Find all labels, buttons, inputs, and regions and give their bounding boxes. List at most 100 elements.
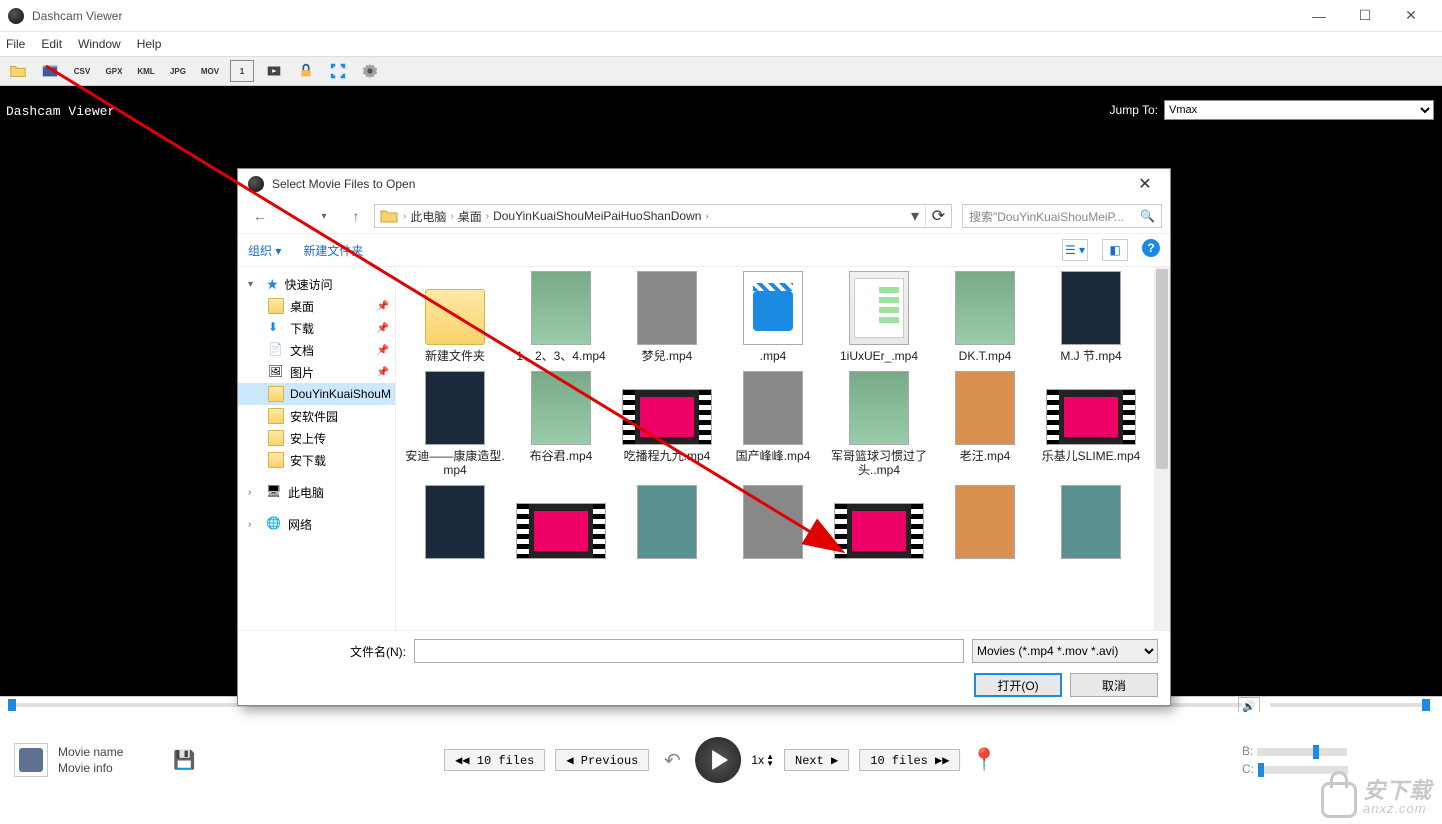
save-icon[interactable]: 💾	[173, 750, 193, 770]
tree-folder-1[interactable]: 安软件园	[238, 405, 395, 427]
file-item[interactable]: 老汪.mp4	[932, 371, 1038, 477]
file-name: 国产峰峰.mp4	[736, 449, 811, 463]
video-icon[interactable]	[38, 60, 62, 82]
location-pin-icon[interactable]: 📍	[971, 747, 998, 773]
play-button[interactable]	[695, 737, 741, 783]
minimize-button[interactable]: —	[1296, 0, 1342, 32]
address-dropdown-icon[interactable]: ▾	[905, 206, 925, 226]
file-thumb	[1046, 389, 1136, 445]
file-name: 吃播程九九.mp4	[624, 449, 711, 463]
breadcrumb-0[interactable]: 此电脑	[406, 208, 450, 225]
csv-export-icon[interactable]: CSV	[70, 60, 94, 82]
address-bar[interactable]: › 此电脑 › 桌面 › DouYinKuaiShouMeiPaiHuoShan…	[374, 204, 952, 228]
kml-export-icon[interactable]: KML	[134, 60, 158, 82]
file-item[interactable]: 乐基儿SLIME.mp4	[1038, 371, 1144, 477]
fullscreen-icon[interactable]	[326, 60, 350, 82]
filetype-select[interactable]: Movies (*.mp4 *.mov *.avi)	[972, 639, 1158, 663]
file-item[interactable]: 吃播程九九.mp4	[614, 371, 720, 477]
volume-track[interactable]	[1270, 703, 1430, 707]
breadcrumb-1[interactable]: 桌面	[454, 208, 486, 225]
contrast-label: C:	[1242, 762, 1254, 776]
cancel-button[interactable]: 取消	[1070, 673, 1158, 697]
menu-help[interactable]: Help	[137, 37, 162, 51]
brightness-slider[interactable]	[1257, 748, 1347, 756]
file-item[interactable]: 梦兒.mp4	[614, 271, 720, 363]
file-item[interactable]	[826, 485, 932, 563]
file-thumb	[1061, 271, 1121, 345]
tree-pictures[interactable]: 🖼图片📌	[238, 361, 395, 383]
tree-downloads[interactable]: ⬇下载📌	[238, 317, 395, 339]
scrollbar[interactable]	[1154, 267, 1170, 630]
tree-network[interactable]: ›🌐网络	[238, 513, 395, 535]
file-item[interactable]: 1、2、3、4.mp4	[508, 271, 614, 363]
file-thumb	[1061, 485, 1121, 559]
file-item[interactable]: .mp4	[720, 271, 826, 363]
view-mode-icon[interactable]: ☰ ▾	[1062, 239, 1088, 261]
search-placeholder: 搜索"DouYinKuaiShouMeiP...	[969, 208, 1124, 225]
menu-window[interactable]: Window	[78, 37, 121, 51]
menubar: File Edit Window Help	[0, 32, 1442, 56]
single-view-icon[interactable]: 1	[230, 60, 254, 82]
file-item[interactable]: 国产峰峰.mp4	[720, 371, 826, 477]
tree-folder-3[interactable]: 安下载	[238, 449, 395, 471]
undo-icon[interactable]: ↶	[659, 747, 685, 773]
search-input[interactable]: 搜索"DouYinKuaiShouMeiP... 🔍	[962, 204, 1162, 228]
file-item[interactable]: M.J 节.mp4	[1038, 271, 1144, 363]
refresh-icon[interactable]: ⟳	[925, 206, 951, 226]
clip-icon[interactable]	[262, 60, 286, 82]
tree-folder-2[interactable]: 安上传	[238, 427, 395, 449]
jump-to: Jump To: Vmax	[1110, 100, 1434, 120]
open-folder-icon[interactable]	[6, 60, 30, 82]
scrub-handle[interactable]	[8, 699, 16, 711]
maximize-button[interactable]: ☐	[1342, 0, 1388, 32]
help-icon[interactable]: ?	[1142, 239, 1160, 257]
file-thumb	[743, 271, 803, 345]
file-item[interactable]: 军哥篮球习惯过了头..mp4	[826, 371, 932, 477]
forward-10-button[interactable]: 10 files ▶▶	[859, 749, 960, 771]
jpg-export-icon[interactable]: JPG	[166, 60, 190, 82]
file-item[interactable]	[1038, 485, 1144, 563]
file-item[interactable]: DK.T.mp4	[932, 271, 1038, 363]
menu-edit[interactable]: Edit	[41, 37, 62, 51]
file-item[interactable]	[720, 485, 826, 563]
file-name: 新建文件夹	[425, 349, 485, 363]
gpx-export-icon[interactable]: GPX	[102, 60, 126, 82]
tree-documents[interactable]: 📄文档📌	[238, 339, 395, 361]
file-item[interactable]	[932, 485, 1038, 563]
tree-current-folder[interactable]: DouYinKuaiShouM	[238, 383, 395, 405]
back-10-button[interactable]: ◀◀ 10 files	[444, 749, 545, 771]
mov-export-icon[interactable]: MOV	[198, 60, 222, 82]
file-item[interactable]: 新建文件夹	[402, 271, 508, 363]
nav-up-icon[interactable]: ↑	[342, 204, 370, 228]
file-item[interactable]: 1iUxUEr_.mp4	[826, 271, 932, 363]
jump-to-select[interactable]: Vmax	[1164, 100, 1434, 120]
breadcrumb-2[interactable]: DouYinKuaiShouMeiPaiHuoShanDown	[489, 209, 705, 223]
close-button[interactable]: ✕	[1388, 0, 1434, 32]
nav-recent-icon[interactable]: ▾	[310, 204, 338, 228]
tree-desktop[interactable]: 桌面📌	[238, 295, 395, 317]
file-item[interactable]: 安迪——康康造型.mp4	[402, 371, 508, 477]
contrast-slider[interactable]	[1258, 766, 1348, 774]
next-button[interactable]: Next ▶	[784, 749, 849, 771]
menu-file[interactable]: File	[6, 37, 25, 51]
nav-back-icon[interactable]: ←	[246, 204, 274, 228]
open-button[interactable]: 打开(O)	[974, 673, 1062, 697]
file-name: M.J 节.mp4	[1060, 349, 1121, 363]
speed-stepper[interactable]: ▲▼	[766, 753, 774, 767]
tree-this-pc[interactable]: ›🖥此电脑	[238, 481, 395, 503]
file-item[interactable]: 布谷君.mp4	[508, 371, 614, 477]
volume-handle[interactable]	[1422, 699, 1430, 711]
gear-icon[interactable]	[358, 60, 382, 82]
file-item[interactable]	[508, 485, 614, 563]
lock-icon[interactable]	[294, 60, 318, 82]
file-item[interactable]	[614, 485, 720, 563]
tree-quick-access[interactable]: ▾★快速访问	[238, 273, 395, 295]
nav-forward-icon[interactable]: →	[278, 204, 306, 228]
preview-pane-icon[interactable]: ◧	[1102, 239, 1128, 261]
organize-button[interactable]: 组织 ▾	[248, 242, 281, 259]
filename-input[interactable]	[414, 639, 964, 663]
dialog-close-icon[interactable]: ✕	[1130, 174, 1160, 194]
new-folder-button[interactable]: 新建文件夹	[303, 242, 363, 259]
previous-button[interactable]: ◀ Previous	[555, 749, 649, 771]
file-item[interactable]	[402, 485, 508, 563]
